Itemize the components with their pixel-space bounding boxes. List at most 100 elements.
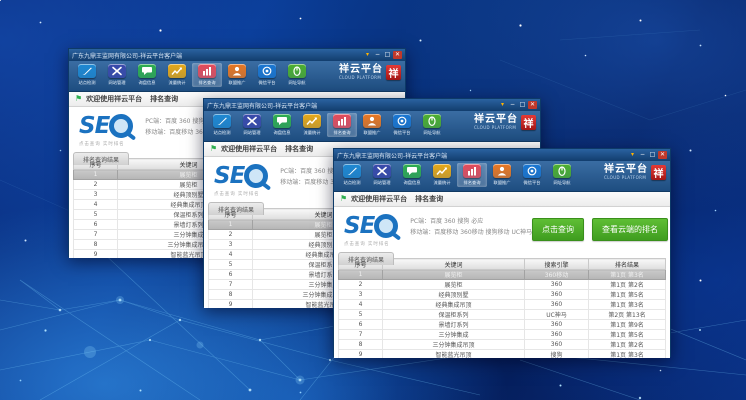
tools-icon <box>373 164 391 178</box>
app-window[interactable]: 广东九鼎王监网有限公司-祥云平台客户端 ▾ − □ ✕ 站点检测网站管理询盘信息… <box>333 148 671 357</box>
toolbar-item-tools[interactable]: 网站管理 <box>367 163 397 187</box>
table-row[interactable]: 9智能蓝光吊顶搜狗第1页 第3名 <box>339 350 666 359</box>
cell-keyword: 保温柜系列 <box>383 310 525 320</box>
cell-no: 9 <box>209 300 253 309</box>
toolbar-item-pencil[interactable]: 站点检测 <box>72 63 102 87</box>
bar-chart-icon <box>463 164 481 178</box>
toolbar-item-line-chart[interactable]: 流量统计 <box>162 63 192 87</box>
toolbar-item-bar-chart[interactable]: 排名查询 <box>327 113 357 137</box>
seo-logo-text: SE <box>214 165 244 188</box>
maximize-icon[interactable]: □ <box>648 151 657 159</box>
toolbar-item-label: 询盘信息 <box>138 80 155 86</box>
cell-engine: 360 <box>525 300 589 310</box>
table-row[interactable]: 8三分钟集成吊顶360第1页 第2名 <box>339 340 666 350</box>
minimize-icon[interactable]: − <box>508 101 517 109</box>
table-row[interactable]: 3经典顶别墅360第1页 第5名 <box>339 290 666 300</box>
toolbar-item-label: 网址导航 <box>423 130 440 136</box>
toolbar-item-label: 联盟推广 <box>228 80 245 86</box>
toolbar-item-person[interactable]: 联盟推广 <box>357 113 387 137</box>
line-chart-icon <box>433 164 451 178</box>
toolbar-item-bar-chart[interactable]: 排名查询 <box>457 163 487 187</box>
close-icon[interactable]: ✕ <box>393 51 402 59</box>
bar-chart-icon <box>333 114 351 128</box>
close-icon[interactable]: ✕ <box>528 101 537 109</box>
toolbar-item-label: 询盘信息 <box>403 180 420 186</box>
table-row[interactable]: 4经典集成吊顶360第1页 第3名 <box>339 300 666 310</box>
pc-engines-line: PC端：百度 360 搜狗 必应 <box>410 216 532 227</box>
brand-subtitle: CLOUD PLATFORM <box>474 126 518 130</box>
magnifier-icon <box>109 114 133 138</box>
brand-name: 祥云平台 <box>604 165 648 175</box>
query-button[interactable]: 点击查询 <box>532 218 584 241</box>
cell-no: 3 <box>74 190 118 200</box>
toolbar-item-mouse[interactable]: 网址导航 <box>547 163 577 187</box>
window-title: 广东九鼎王监网有限公司-祥云平台客户端 <box>337 151 627 160</box>
table-row[interactable]: 1展览柜360移动第1页 第3名 <box>339 270 666 280</box>
toolbar-item-target[interactable]: 微信平台 <box>387 113 417 137</box>
seo-tagline: 点击查询 实时排名 <box>79 140 128 146</box>
minimize-icon[interactable]: − <box>373 51 382 59</box>
title-bar[interactable]: 广东九鼎王监网有限公司-祥云平台客户端 ▾ − □ ✕ <box>69 49 405 61</box>
cell-no: 8 <box>339 340 383 350</box>
toolbar-item-person[interactable]: 联盟推广 <box>222 63 252 87</box>
close-icon[interactable]: ✕ <box>658 151 667 159</box>
toolbar-item-label: 微信平台 <box>523 180 540 186</box>
toolbar-item-chat[interactable]: 询盘信息 <box>397 163 427 187</box>
chat-icon <box>138 64 156 78</box>
toolbar-item-line-chart[interactable]: 流量统计 <box>297 113 327 137</box>
toolbar-item-bar-chart[interactable]: 排名查询 <box>192 63 222 87</box>
toolbar-item-target[interactable]: 微信平台 <box>252 63 282 87</box>
toolbar-item-person[interactable]: 联盟推广 <box>487 163 517 187</box>
engine-info: PC端：百度 360 搜狗 必应 移动端：百度移动 360移动 搜狗移动 UC神… <box>410 214 532 239</box>
brand-badge: 祥 <box>386 65 401 80</box>
target-icon <box>393 114 411 128</box>
skin-icon[interactable]: ▾ <box>363 51 372 59</box>
bar-chart-icon <box>198 64 216 78</box>
table-row[interactable]: 2展览柜360第1页 第2名 <box>339 280 666 290</box>
brand-badge: 祥 <box>521 115 536 130</box>
title-bar[interactable]: 广东九鼎王监网有限公司-祥云平台客户端 ▾ − □ ✕ <box>204 99 540 111</box>
mouse-icon <box>288 64 306 78</box>
skin-icon[interactable]: ▾ <box>628 151 637 159</box>
toolbar-item-pencil[interactable]: 站点检测 <box>337 163 367 187</box>
seo-tagline: 点击查询 实时排名 <box>214 190 263 196</box>
cell-engine: 360 <box>525 290 589 300</box>
section-title: 排名查询 <box>150 94 178 104</box>
toolbar-item-chat[interactable]: 询盘信息 <box>132 63 162 87</box>
toolbar-item-chat[interactable]: 询盘信息 <box>267 113 297 137</box>
seo-logo-text: SE <box>79 115 109 138</box>
toolbar-item-mouse[interactable]: 网址导航 <box>282 63 312 87</box>
welcome-bar: ⚑ 欢迎使用祥云平台 排名查询 <box>334 192 670 207</box>
toolbar-item-pencil[interactable]: 站点检测 <box>207 113 237 137</box>
toolbar-item-tools[interactable]: 网站管理 <box>102 63 132 87</box>
header-rank: 排名结果 <box>589 259 666 270</box>
chat-icon <box>273 114 291 128</box>
toolbar-item-mouse[interactable]: 网址导航 <box>417 113 447 137</box>
desktop-background: 广东九鼎王监网有限公司-祥云平台客户端 ▾ − □ ✕ 站点检测网站管理询盘信息… <box>0 0 746 400</box>
tools-icon <box>243 114 261 128</box>
cloud-rank-button[interactable]: 查看云端的排名 <box>592 218 668 241</box>
window-title: 广东九鼎王监网有限公司-祥云平台客户端 <box>207 101 497 110</box>
maximize-icon[interactable]: □ <box>518 101 527 109</box>
toolbar-item-target[interactable]: 微信平台 <box>517 163 547 187</box>
minimize-icon[interactable]: − <box>638 151 647 159</box>
cell-rank: 第1页 第3名 <box>589 300 666 310</box>
title-bar[interactable]: 广东九鼎王监网有限公司-祥云平台客户端 ▾ − □ ✕ <box>334 149 670 161</box>
cell-rank: 第1页 第5名 <box>589 330 666 340</box>
cell-no: 3 <box>339 290 383 300</box>
cell-no: 7 <box>74 230 118 240</box>
table-row[interactable]: 7三分钟集成360第1页 第5名 <box>339 330 666 340</box>
cell-engine: UC神马 <box>525 310 589 320</box>
cell-engine: 360 <box>525 340 589 350</box>
maximize-icon[interactable]: □ <box>383 51 392 59</box>
seo-logo: SE 点击查询 实时排名 <box>344 214 398 247</box>
table-row[interactable]: 5保温柜系列UC神马第2页 第13名 <box>339 310 666 320</box>
table-row[interactable]: 6景墙灯系列360第1页 第9名 <box>339 320 666 330</box>
target-icon <box>258 64 276 78</box>
brand-logo: 祥云平台 CLOUD PLATFORM 祥 <box>474 115 536 130</box>
cell-rank: 第1页 第2名 <box>589 280 666 290</box>
skin-icon[interactable]: ▾ <box>498 101 507 109</box>
toolbar-item-line-chart[interactable]: 流量统计 <box>427 163 457 187</box>
cell-no: 5 <box>74 210 118 220</box>
toolbar-item-tools[interactable]: 网站管理 <box>237 113 267 137</box>
